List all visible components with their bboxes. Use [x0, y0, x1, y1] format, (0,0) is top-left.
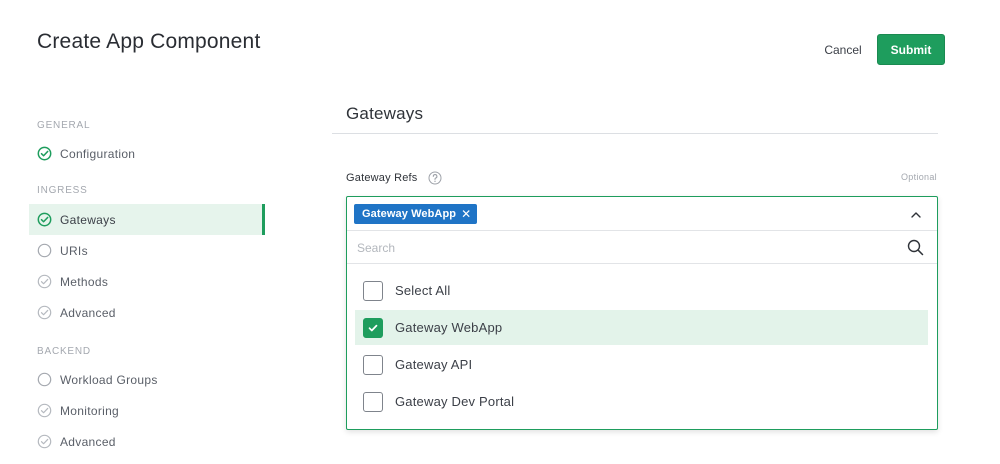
check-circle-icon — [37, 274, 52, 289]
option-label: Gateway WebApp — [395, 320, 503, 335]
check-circle-icon — [37, 305, 52, 320]
sidebar-item-label: Methods — [60, 274, 109, 289]
checkbox[interactable] — [363, 317, 383, 338]
sidebar-item-advanced[interactable]: Advanced — [29, 297, 265, 328]
option-gateway-webapp[interactable]: Gateway WebApp — [355, 310, 928, 345]
sidebar-item-label: Workload Groups — [60, 372, 158, 387]
checkbox[interactable] — [363, 391, 383, 412]
sidebar-item-workload-groups[interactable]: Workload Groups — [29, 364, 265, 395]
page-title: Create App Component — [37, 30, 261, 53]
checkbox[interactable] — [363, 280, 383, 301]
check-icon — [368, 324, 378, 331]
check-circle-icon — [37, 434, 52, 449]
sidebar-item-gateways[interactable]: Gateways — [29, 204, 265, 235]
sidebar-item-label: URIs — [60, 243, 88, 258]
selected-chip: Gateway WebApp ✕ — [354, 204, 478, 224]
sidebar-item-methods[interactable]: Methods — [29, 266, 265, 297]
gateway-refs-multiselect[interactable]: Gateway WebApp ✕ Select All Gateway WebA… — [346, 196, 938, 430]
chevron-up-icon[interactable] — [910, 208, 922, 220]
chip-label: Gateway WebApp — [362, 208, 457, 220]
search-input[interactable] — [357, 237, 897, 259]
option-label: Select All — [395, 283, 451, 298]
sidebar-item-uris[interactable]: URIs — [29, 235, 265, 266]
option-label: Gateway Dev Portal — [395, 394, 515, 409]
sidebar-item-monitoring[interactable]: Monitoring — [29, 395, 265, 426]
sidebar-item-label: Gateways — [60, 212, 116, 227]
cancel-button[interactable]: Cancel — [815, 36, 871, 64]
search-icon[interactable] — [907, 239, 924, 256]
chip-remove-icon[interactable]: ✕ — [461, 207, 471, 221]
selected-values-row[interactable]: Gateway WebApp ✕ — [347, 197, 937, 231]
section-divider — [332, 133, 938, 134]
section-heading-general: GENERAL — [37, 120, 91, 131]
sidebar-item-label: Configuration — [60, 146, 136, 161]
option-label: Gateway API — [395, 357, 473, 372]
empty-circle-icon — [37, 243, 52, 258]
optional-label: Optional — [901, 172, 937, 182]
sidebar-item-backend-advanced[interactable]: Advanced — [29, 426, 265, 457]
submit-button[interactable]: Submit — [877, 34, 945, 65]
option-gateway-api[interactable]: Gateway API — [355, 347, 928, 382]
field-label: Gateway Refs — [346, 172, 418, 184]
sidebar-nav: GENERAL Configuration INGRESS Gateways U… — [29, 120, 265, 457]
sidebar-item-label: Advanced — [60, 305, 116, 320]
checkbox[interactable] — [363, 354, 383, 375]
section-heading-backend: BACKEND — [37, 346, 91, 357]
sidebar-item-configuration[interactable]: Configuration — [29, 138, 265, 169]
option-gateway-dev-portal[interactable]: Gateway Dev Portal — [355, 384, 928, 419]
option-select-all[interactable]: Select All — [355, 273, 928, 308]
section-heading-ingress: INGRESS — [37, 185, 88, 196]
sidebar-item-label: Monitoring — [60, 403, 120, 418]
sidebar-item-label: Advanced — [60, 434, 116, 449]
empty-circle-icon — [37, 372, 52, 387]
check-circle-icon — [37, 146, 52, 161]
check-circle-icon — [37, 403, 52, 418]
section-title: Gateways — [346, 104, 424, 123]
help-icon[interactable] — [428, 171, 442, 185]
search-row — [347, 231, 937, 264]
check-circle-icon — [37, 212, 52, 227]
